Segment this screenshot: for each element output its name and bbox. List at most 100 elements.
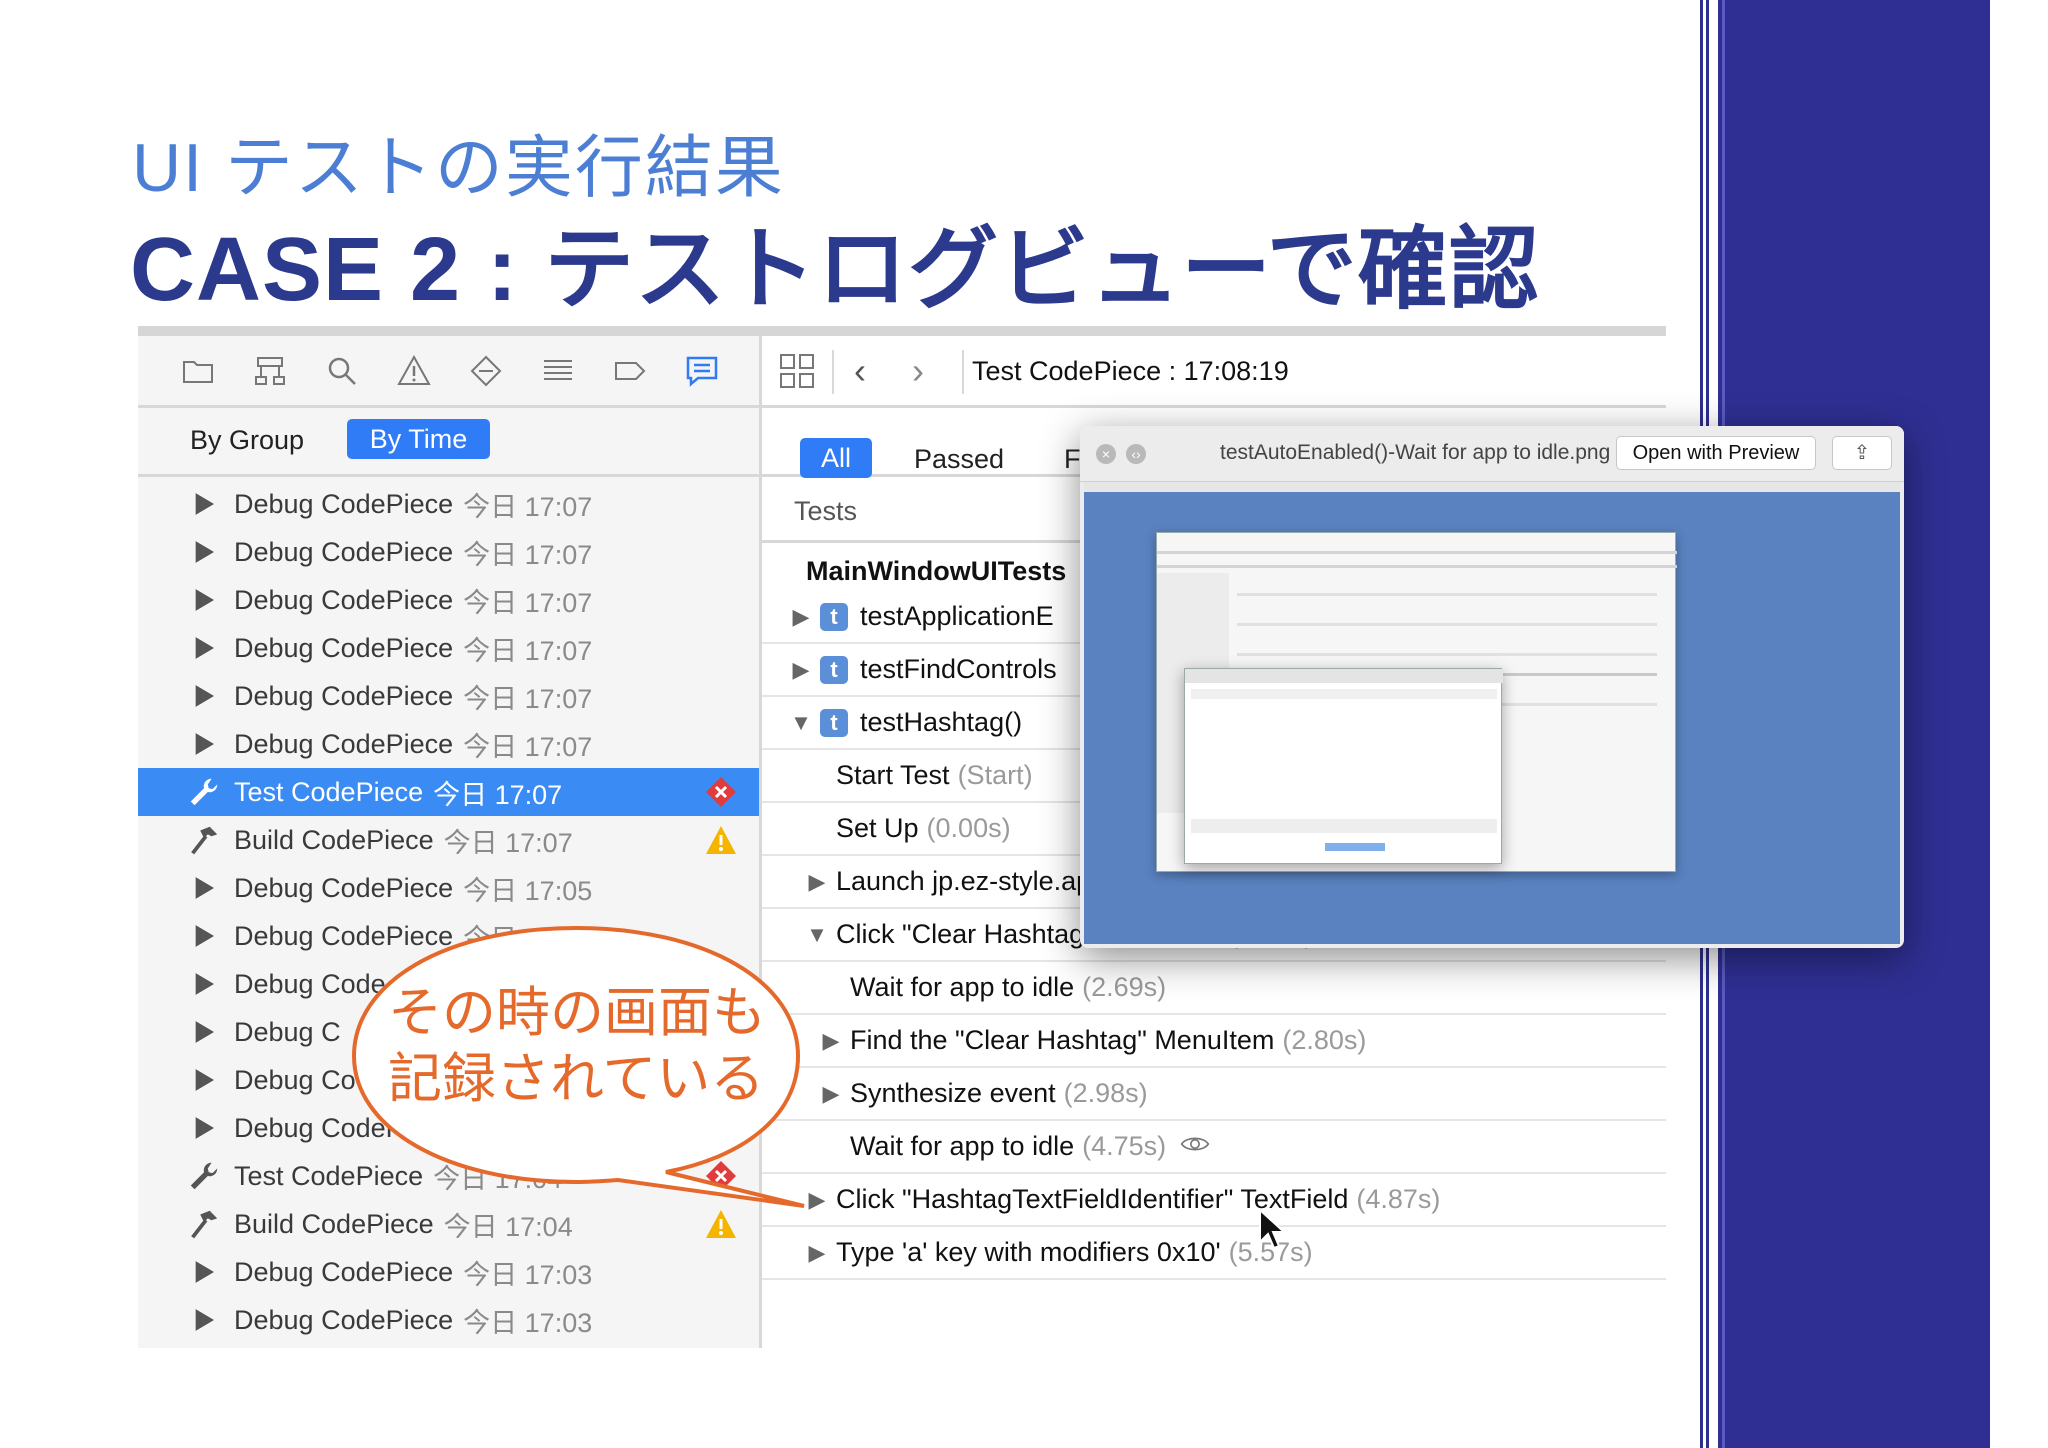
play-triangle-icon [186,1110,222,1146]
play-triangle-icon [186,1062,222,1098]
error-badge-icon [705,776,737,808]
disclosure-collapsed-icon[interactable]: ▶ [820,1081,842,1107]
disclosure-collapsed-icon[interactable]: ▶ [790,657,812,683]
play-triangle-icon [186,870,222,906]
list-icon[interactable] [538,351,578,391]
play-triangle-icon [186,534,222,570]
hierarchy-icon[interactable] [250,351,290,391]
search-icon[interactable] [322,351,362,391]
test-step-label: testFindControls [860,654,1057,684]
navigator-toolbar [138,336,759,408]
report-list-item[interactable]: Debug CodePiece 今日 17:07 [138,480,759,528]
report-name: Test CodePiece [234,776,424,807]
report-list-item[interactable]: Debug CodePiece 今日 17:07 [138,720,759,768]
column-header-tests: Tests [794,496,858,526]
report-name: Debug CodePiece [234,536,454,567]
test-log-row[interactable]: ▶ Type 'a' key with modifiers 0x10' (5.57s… [762,1227,1666,1280]
report-time: 今日 17:07 [433,779,563,810]
test-log-row[interactable]: ▶ Find the "Clear Hashtag" MenuItem (2.80s… [762,1015,1666,1068]
report-time: 今日 17:07 [463,635,593,666]
callout-text: その時の画面も 記録されている [388,980,766,1112]
report-time: 今日 17:07 [463,587,593,618]
play-triangle-icon [186,1302,222,1338]
folder-icon[interactable] [178,351,218,391]
play-triangle-icon [186,1014,222,1050]
test-method-icon: t [820,708,848,737]
forward-chevron-icon[interactable]: › [912,350,924,392]
jump-bar-title[interactable]: Test CodePiece : 17:08:19 [972,356,1289,387]
test-step-duration: (0.00s) [926,813,1011,843]
report-list-item[interactable]: Debug CodePiece 今日 17:07 [138,576,759,624]
quick-look-eye-icon[interactable] [1180,1131,1210,1162]
warning-badge-icon [705,1208,737,1240]
callout-line-2: 記録されている [388,1049,765,1109]
disclosure-collapsed-icon[interactable]: ▶ [806,869,828,895]
fullscreen-icon[interactable]: ‹› [1126,444,1146,464]
breakpoint-diamond-icon[interactable] [466,351,506,391]
report-name: Debug CodePiece [234,680,454,711]
close-icon[interactable]: × [1096,444,1116,464]
group-segmented-control: By Group By Time [138,411,759,477]
play-triangle-icon [186,486,222,522]
test-log-row[interactable]: Wait for app to idle (4.75s) [762,1121,1666,1174]
report-list-item[interactable]: Test CodePiece 今日 17:07 [138,768,759,816]
test-step-label: Wait for app to idle [850,1131,1075,1161]
play-triangle-icon [186,966,222,1002]
tag-icon[interactable] [610,351,650,391]
test-step-duration: (2.69s) [1082,972,1167,1002]
test-step-duration: (Start) [957,760,1033,790]
test-method-icon: t [820,602,848,631]
report-name: Debug CodePiece [234,1256,454,1287]
by-group-button[interactable]: By Group [190,425,304,456]
test-step-label: testApplicationE [860,601,1054,631]
screenshot-menubar [1084,482,1900,492]
by-time-button[interactable]: By Time [347,419,490,459]
filter-passed-button[interactable]: Passed [914,444,1004,475]
callout-line-1: その時の画面も [388,983,766,1043]
report-list-item[interactable]: Debug CodePiece 今日 17:05 [138,864,759,912]
report-name: Debug CodePiece [234,1304,454,1335]
related-items-icon[interactable] [778,352,816,390]
report-list-item[interactable]: Debug CodePiece 今日 17:07 [138,624,759,672]
back-chevron-icon[interactable]: ‹ [854,350,866,392]
test-log-row[interactable]: ▶ Synthesize event (2.98s) [762,1068,1666,1121]
play-triangle-icon [186,726,222,762]
report-list-item[interactable]: Debug CodePiece 今日 17:03 [138,1296,759,1344]
disclosure-collapsed-icon[interactable]: ▶ [790,604,812,630]
play-triangle-icon [186,1254,222,1290]
test-step-label: Set Up [836,813,919,843]
test-step-duration: (4.87s) [1356,1184,1441,1214]
report-list-item[interactable]: Debug CodePiece 今日 17:03 [138,1248,759,1296]
filter-failed-button[interactable]: F [1064,444,1081,475]
report-list-item[interactable]: Debug CodePiece 今日 17:07 [138,672,759,720]
toolbar-separator [962,350,964,394]
report-name: Build CodePiece [234,824,434,855]
test-step-duration: (2.80s) [1282,1025,1367,1055]
filter-all-button[interactable]: All [800,438,872,478]
open-with-preview-button[interactable]: Open with Preview [1616,436,1816,470]
test-log-row[interactable]: Wait for app to idle (2.69s) [762,962,1666,1015]
report-name: Debug C [234,1016,341,1047]
preview-titlebar: × ‹› testAutoEnabled()-Wait for app to i… [1080,426,1904,482]
report-list-item[interactable]: Build CodePiece 今日 17:07 [138,816,759,864]
test-log-row[interactable]: ▶ Click "HashtagTextFieldIdentifier" Text… [762,1174,1666,1227]
mouse-cursor-icon [1259,1208,1287,1250]
report-name: Debug CodePiece [234,488,454,519]
disclosure-expanded-icon[interactable]: ▼ [790,710,812,736]
top-divider [138,326,1666,336]
test-step-duration: (4.75s) [1082,1131,1167,1161]
warning-icon[interactable] [394,351,434,391]
wrench-icon [186,1158,222,1194]
disclosure-collapsed-icon[interactable]: ▶ [820,1028,842,1054]
disclosure-collapsed-icon[interactable]: ▶ [806,1240,828,1266]
report-list-item[interactable]: Debug CodePiece 今日 17:07 [138,528,759,576]
test-method-icon: t [820,655,848,684]
report-time: 今日 17:03 [463,1307,593,1338]
report-icon[interactable] [682,351,722,391]
slide: { "slide": { "title_line1": "UI テストの実行結果… [0,0,2048,1448]
share-icon[interactable]: ⇪ [1832,436,1892,470]
test-class-name: MainWindowUITests [806,556,1067,586]
slide-title: CASE 2 : テストログビューで確認 [130,220,1540,320]
screenshot-codepiece-window [1184,668,1503,864]
test-step-label: Synthesize event [850,1078,1056,1108]
